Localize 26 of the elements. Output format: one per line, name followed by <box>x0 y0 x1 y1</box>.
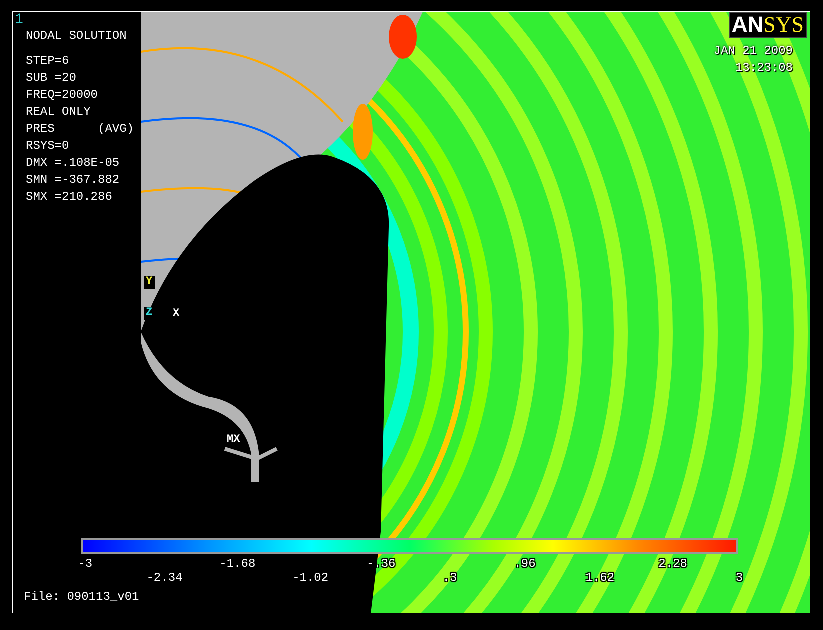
scale-label: -2.34 <box>146 572 183 584</box>
scale-label: -3 <box>78 558 93 570</box>
scale-label: -1.68 <box>220 558 256 570</box>
scale-label: .3 <box>442 572 458 584</box>
axis-label: Y <box>144 276 155 289</box>
solution-info-text: NODAL SOLUTION <box>26 28 128 45</box>
file-name-text: File: 090113_v01 <box>24 590 140 604</box>
solution-info-text: SUB =20 <box>26 70 78 87</box>
time-text: 13:23:08 <box>735 61 793 75</box>
scale-label: 3 <box>736 572 744 584</box>
solution-info-text: PRES (AVG) <box>26 121 134 138</box>
date-text: JAN 21 2009 <box>714 44 793 58</box>
scale-label: 1.62 <box>586 572 615 584</box>
solution-info-text: DMX =.108E-05 <box>26 155 121 172</box>
solution-info-text: REAL ONLY <box>26 104 92 121</box>
solution-info-text: RSYS=0 <box>26 138 70 155</box>
solution-info-text: STEP=6 <box>26 53 70 70</box>
solution-info-text: FREQ=20000 <box>26 87 100 104</box>
scale-label: -1.02 <box>292 572 329 584</box>
axis-label: Z <box>144 307 155 320</box>
logo: ANSYS <box>728 12 807 38</box>
scale-label: .96 <box>514 558 536 570</box>
solution-info-text: SMN =-367.882 <box>26 172 121 189</box>
solution-info-text: SMX =210.286 <box>26 189 114 206</box>
window-number: 1 <box>15 12 24 28</box>
scale-label: 2.28 <box>658 558 688 570</box>
